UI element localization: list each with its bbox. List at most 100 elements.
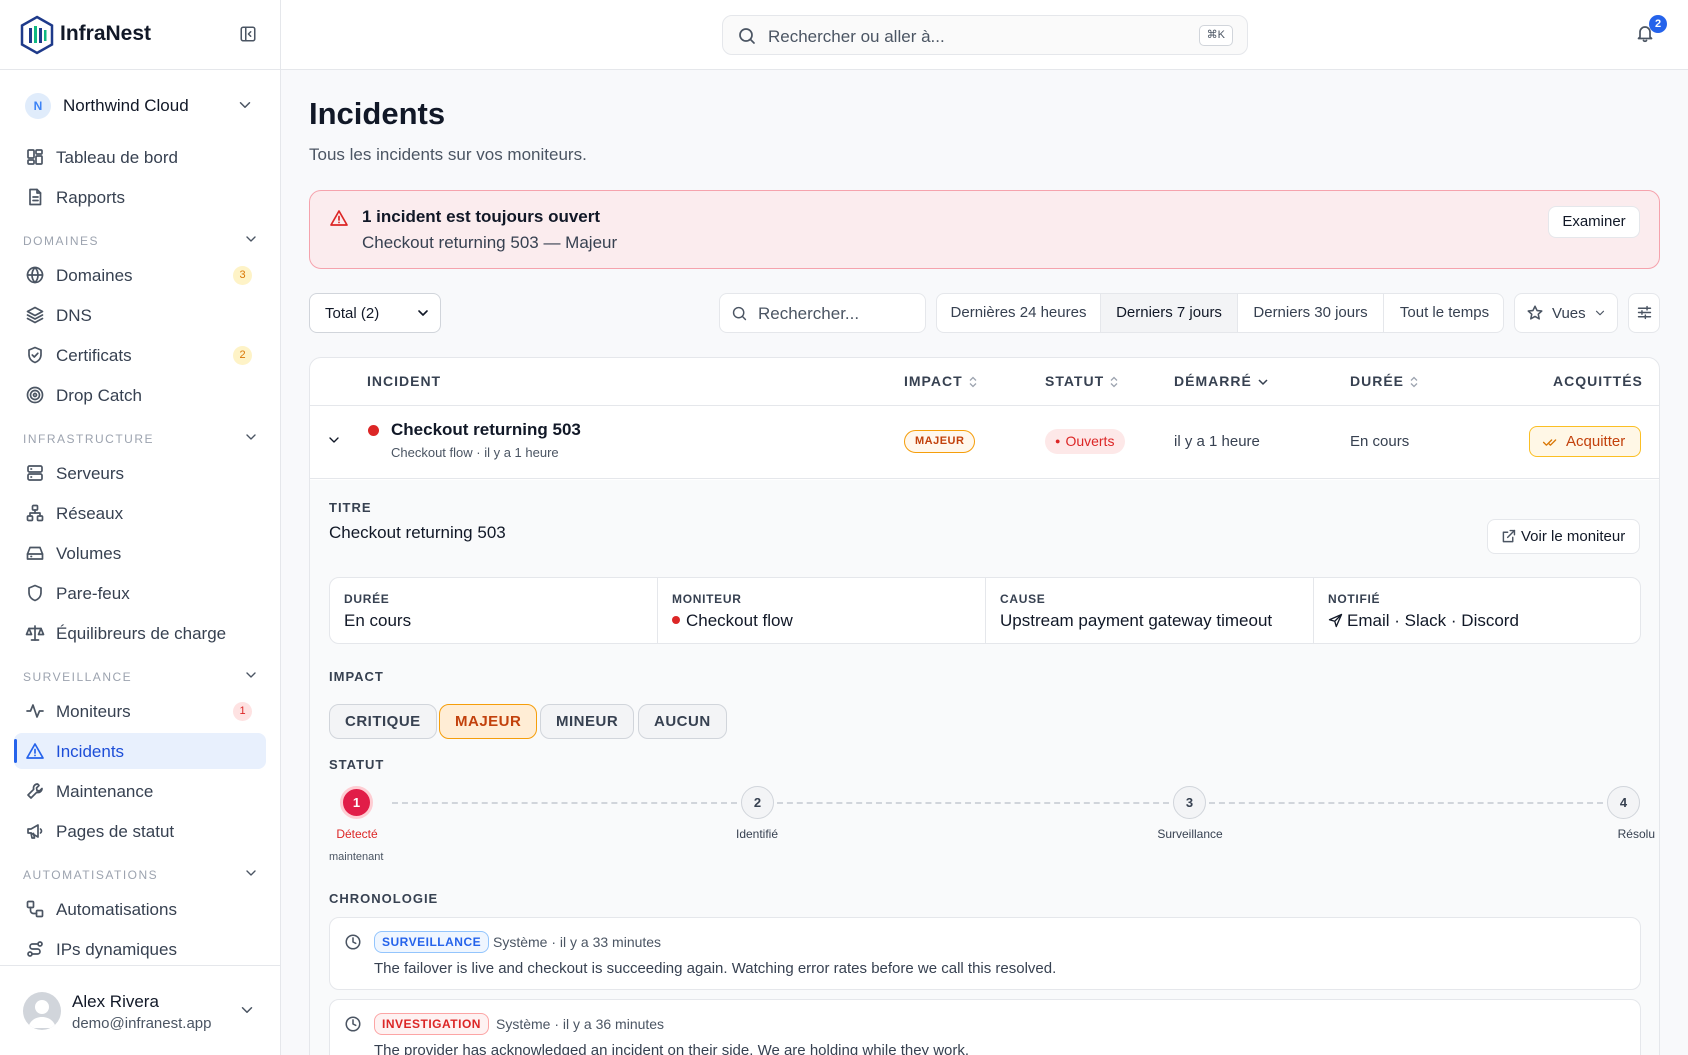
alert-title: 1 incident est toujours ouvert <box>362 207 601 226</box>
sidebar-item-drop-catch[interactable]: Drop Catch <box>14 377 266 413</box>
col-ack: ACQUITTÉS <box>1553 373 1643 389</box>
global-search-input[interactable]: Rechercher ou aller à... ⌘K <box>722 15 1248 55</box>
step-connector <box>392 802 737 804</box>
open-incident-alert: 1 incident est toujours ouvert Checkout … <box>309 190 1660 269</box>
col-started[interactable]: DÉMARRÉ <box>1174 373 1268 389</box>
shield-icon <box>28 584 42 602</box>
event-tag: INVESTIGATION <box>374 1013 489 1035</box>
sort-icon <box>969 376 977 388</box>
acknowledge-button[interactable]: Acquitter <box>1529 426 1641 457</box>
sort-icon <box>1410 376 1418 388</box>
org-avatar: N <box>25 93 51 119</box>
impact-option-aucun[interactable]: AUCUN <box>638 704 727 739</box>
sidebar-item-ips-dynamiques[interactable]: IPs dynamiques <box>14 931 266 967</box>
col-impact[interactable]: IMPACT <box>904 373 977 389</box>
sidebar-item-volumes[interactable]: Volumes <box>14 535 266 571</box>
page-subtitle: Tous les incidents sur vos moniteurs. <box>309 145 587 164</box>
sidebar-item-pare-feux[interactable]: Pare-feux <box>14 575 266 611</box>
section-automatisations[interactable]: AUTOMATISATIONS <box>23 868 259 882</box>
sidebar-item-maintenance[interactable]: Maintenance <box>14 773 266 809</box>
chevron-down-icon <box>1595 310 1605 316</box>
monitor-link[interactable]: Checkout flow <box>686 611 793 630</box>
impact-option-mineur[interactable]: MINEUR <box>540 704 635 739</box>
activity-icon <box>26 704 44 718</box>
timeline-event: INVESTIGATION Système · il y a 36 minute… <box>329 999 1641 1055</box>
col-status[interactable]: STATUT <box>1045 373 1118 389</box>
table-row[interactable]: Checkout returning 503 Checkout flow · i… <box>310 406 1659 479</box>
status-step-2[interactable]: 2 <box>741 786 774 819</box>
sidebar-item-equilibreurs[interactable]: Équilibreurs de charge <box>14 615 266 651</box>
step-label: Identifié <box>735 827 779 841</box>
event-tag: SURVEILLANCE <box>374 931 490 953</box>
step-label: Résolu <box>1617 827 1655 841</box>
clock-icon <box>345 1016 361 1032</box>
user-email: demo@infranest.app <box>72 1015 212 1032</box>
sidebar-item-automatisations[interactable]: Automatisations <box>14 891 266 927</box>
examine-button[interactable]: Examiner <box>1548 206 1640 238</box>
view-monitor-button[interactable]: Voir le moniteur <box>1487 519 1640 554</box>
columns-settings-button[interactable] <box>1628 293 1660 333</box>
section-surveillance[interactable]: SURVEILLANCE <box>23 670 259 684</box>
sidebar-item-moniteurs[interactable]: Moniteurs 1 <box>14 693 266 729</box>
org-switcher[interactable]: N Northwind Cloud <box>14 87 266 125</box>
impact-option-majeur[interactable]: MAJEUR <box>439 704 538 739</box>
total-select[interactable]: Total (2) <box>309 293 441 333</box>
status-step-4[interactable]: 4 <box>1607 786 1640 819</box>
sidebar-item-reseaux[interactable]: Réseaux <box>14 495 266 531</box>
status-step-1[interactable]: 1 <box>340 786 373 819</box>
chevron-down-icon[interactable] <box>326 432 342 448</box>
notification-count-badge: 2 <box>1649 15 1667 33</box>
incident-search-input[interactable]: Rechercher... <box>719 293 926 333</box>
timeline-event: SURVEILLANCE Système · il y a 33 minutes… <box>329 917 1641 990</box>
timeline-label: CHRONOLOGIE <box>329 891 439 906</box>
network-icon <box>26 504 44 522</box>
chevron-down-icon <box>241 1006 253 1014</box>
status-step-3[interactable]: 3 <box>1173 786 1206 819</box>
notifications-button[interactable]: 2 <box>1635 15 1667 43</box>
range-24h[interactable]: Dernières 24 heures <box>937 294 1101 332</box>
search-icon <box>732 306 747 321</box>
wrench-icon <box>27 783 43 799</box>
sidebar-item-incidents[interactable]: Incidents <box>14 733 266 769</box>
sidebar-item-domaines[interactable]: Domaines 3 <box>14 257 266 293</box>
sidebar-item-certificats[interactable]: Certificats 2 <box>14 337 266 373</box>
sidebar-item-reports[interactable]: Rapports <box>14 179 266 215</box>
workflow-icon <box>26 900 44 918</box>
detail-title: Checkout returning 503 <box>329 523 506 542</box>
chevron-down-icon <box>418 310 428 316</box>
chevron-down-icon <box>246 236 256 242</box>
send-icon <box>1328 613 1343 628</box>
status-dot <box>672 616 680 624</box>
card-monitor: MONITEUR Checkout flow <box>658 578 986 643</box>
sidebar-item-dashboard[interactable]: Tableau de bord <box>14 139 266 175</box>
step-label: Détecté <box>336 827 378 841</box>
duration-value: En cours <box>1350 433 1410 450</box>
section-domaines[interactable]: DOMAINES <box>23 234 259 248</box>
user-menu[interactable]: Alex Rivera demo@infranest.app <box>0 965 281 1055</box>
range-30d[interactable]: Derniers 30 jours <box>1238 294 1384 332</box>
chevron-down-icon <box>239 101 251 109</box>
views-button[interactable]: Vues <box>1514 293 1618 333</box>
range-all[interactable]: Tout le temps <box>1384 294 1503 332</box>
sidebar-item-dns[interactable]: DNS <box>14 297 266 333</box>
card-notified: NOTIFIÉ Email · Slack · Discord <box>1328 592 1519 630</box>
detail-cards: DURÉE En cours MONITEUR Checkout flow CA… <box>329 577 1641 644</box>
impact-option-critique[interactable]: CRITIQUE <box>329 704 437 739</box>
target-icon <box>26 386 44 404</box>
alert-triangle-icon <box>26 743 44 759</box>
card-duration: DURÉE En cours <box>330 578 658 643</box>
sidebar-item-serveurs[interactable]: Serveurs <box>14 455 266 491</box>
server-icon <box>27 465 43 481</box>
event-meta: Système · il y a 33 minutes <box>493 934 662 950</box>
range-7d[interactable]: Derniers 7 jours <box>1101 294 1238 332</box>
incident-subtitle: Checkout flow · il y a 1 heure <box>391 445 559 460</box>
chevron-down-icon <box>246 870 256 876</box>
col-duration[interactable]: DURÉE <box>1350 373 1418 389</box>
sidebar-collapse-icon[interactable] <box>239 25 257 43</box>
started-time: il y a 1 heure <box>1174 433 1260 450</box>
sidebar: InfraNest N Northwind Cloud Tableau de b… <box>0 0 281 1055</box>
sidebar-item-pages-statut[interactable]: Pages de statut <box>14 813 266 849</box>
user-avatar-icon <box>28 1000 56 1028</box>
section-infrastructure[interactable]: INFRASTRUCTURE <box>23 432 259 446</box>
status-label: STATUT <box>329 757 385 772</box>
